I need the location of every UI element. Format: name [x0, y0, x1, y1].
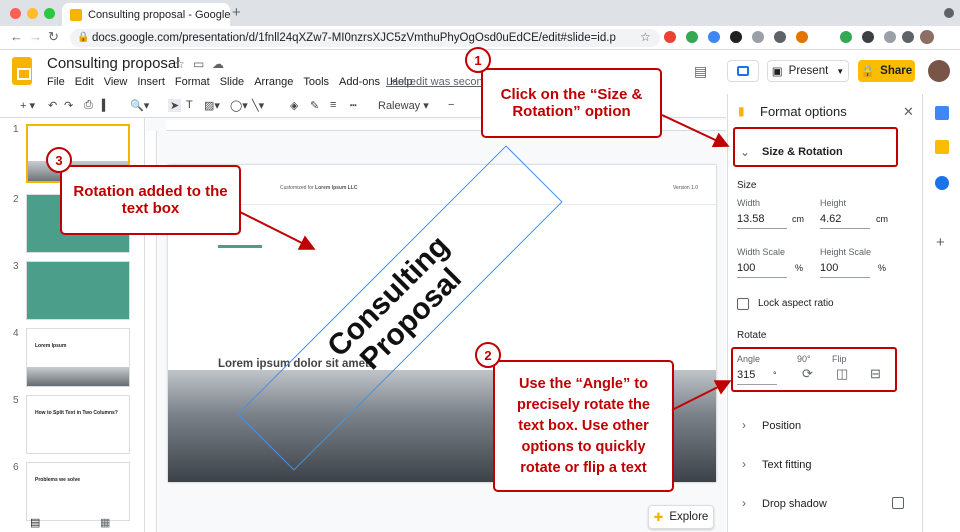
arrow-1 [661, 114, 730, 148]
arrow-3 [239, 211, 316, 250]
arrow-2 [671, 380, 732, 411]
callout-arrows [239, 114, 732, 411]
